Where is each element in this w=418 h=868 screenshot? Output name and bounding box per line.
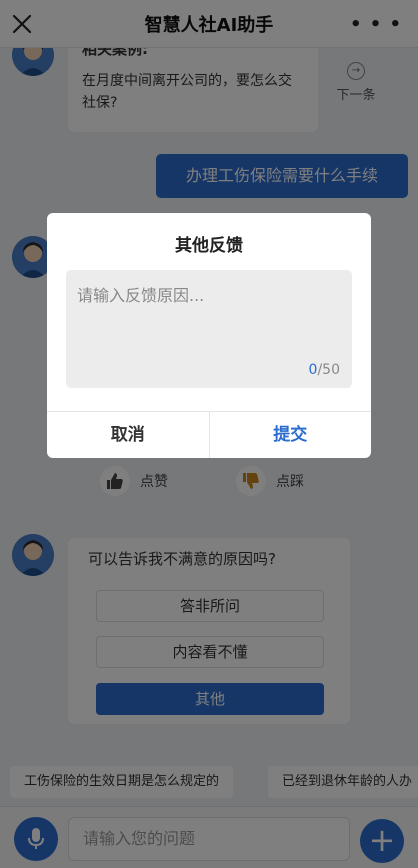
char-count-max: /50: [317, 362, 340, 378]
modal-title: 其他反馈: [175, 236, 243, 256]
feedback-textarea[interactable]: 请输入反馈原因... 0/50: [66, 270, 352, 388]
cancel-button[interactable]: 取消: [47, 412, 210, 458]
feedback-placeholder: 请输入反馈原因...: [77, 286, 205, 305]
char-counter: 0/50: [309, 362, 340, 378]
submit-button[interactable]: 提交: [210, 412, 372, 458]
modal-actions: 取消 提交: [47, 411, 371, 458]
feedback-modal: 其他反馈 请输入反馈原因... 0/50 取消 提交: [47, 213, 371, 458]
